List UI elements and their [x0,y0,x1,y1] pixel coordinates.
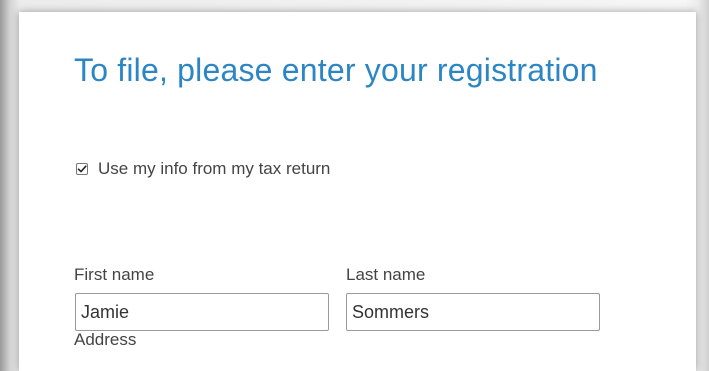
first-name-label: First name [74,265,155,284]
last-name-label: Last name [346,265,426,284]
address-label: Address [74,330,137,349]
use-tax-return-info-label: Use my info from my tax return [98,159,331,178]
screen: To file, please enter your registration … [0,0,709,371]
first-name-field[interactable] [75,293,329,331]
registration-card: To file, please enter your registration … [19,12,696,371]
use-tax-return-info-row[interactable]: Use my info from my tax return [76,159,330,179]
page-title: To file, please enter your registration [74,52,598,88]
use-tax-return-info-checkbox[interactable] [76,163,88,175]
checkmark-icon [77,165,87,173]
last-name-field[interactable] [346,293,600,331]
